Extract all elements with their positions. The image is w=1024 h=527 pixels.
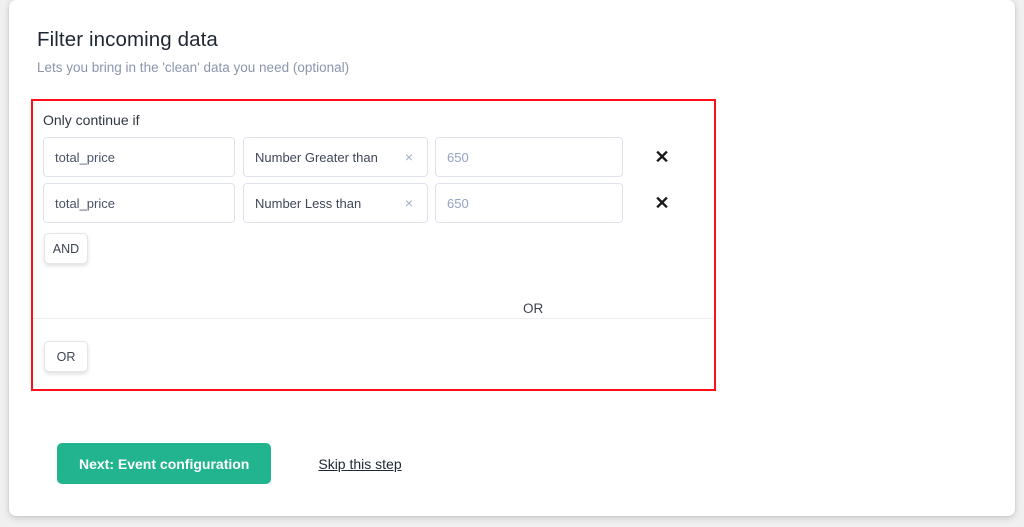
condition-field-input-2[interactable]: total_price xyxy=(43,183,235,223)
condition-operator-value-1: Number Greater than xyxy=(255,149,378,165)
close-icon[interactable]: ✕ xyxy=(645,194,679,212)
close-icon[interactable]: ✕ xyxy=(645,148,679,166)
table-row: total_price Number Less than × 650 ✕ xyxy=(43,183,714,223)
add-and-condition-button[interactable]: AND xyxy=(44,233,88,264)
add-or-group-button[interactable]: OR xyxy=(44,341,88,372)
condition-value-input-2[interactable]: 650 xyxy=(435,183,623,223)
condition-value-text-1: 650 xyxy=(447,149,469,165)
only-continue-if-label: Only continue if xyxy=(43,112,140,128)
table-row: total_price Number Greater than × 650 ✕ xyxy=(43,137,714,177)
footer-actions: Next: Event configuration Skip this step xyxy=(57,443,402,484)
condition-operator-select-2[interactable]: Number Less than × xyxy=(243,183,428,223)
filter-panel-content: Only continue if total_price Number Grea… xyxy=(33,101,714,389)
filter-conditions-panel: Only continue if total_price Number Grea… xyxy=(31,99,716,391)
or-button-wrapper: OR xyxy=(44,341,88,372)
condition-operator-value-2: Number Less than xyxy=(255,195,362,211)
next-event-configuration-button[interactable]: Next: Event configuration xyxy=(57,443,272,484)
skip-this-step-link[interactable]: Skip this step xyxy=(318,456,401,472)
condition-value-input-1[interactable]: 650 xyxy=(435,137,623,177)
and-button-wrapper: AND xyxy=(44,233,714,264)
or-divider: OR xyxy=(33,301,714,327)
page-subtitle: Lets you bring in the 'clean' data you n… xyxy=(37,60,350,75)
condition-field-value-1: total_price xyxy=(55,149,115,165)
condition-value-text-2: 650 xyxy=(447,195,469,211)
page-background: Filter incoming data Lets you bring in t… xyxy=(0,0,1024,527)
wizard-card: Filter incoming data Lets you bring in t… xyxy=(9,0,1015,516)
page-title: Filter incoming data xyxy=(37,28,218,51)
or-divider-label: OR xyxy=(523,301,544,316)
condition-field-input-1[interactable]: total_price xyxy=(43,137,235,177)
close-small-icon[interactable]: × xyxy=(402,194,416,212)
condition-operator-select-1[interactable]: Number Greater than × xyxy=(243,137,428,177)
divider-line xyxy=(33,318,714,319)
condition-field-value-2: total_price xyxy=(55,195,115,211)
close-small-icon[interactable]: × xyxy=(402,148,416,166)
